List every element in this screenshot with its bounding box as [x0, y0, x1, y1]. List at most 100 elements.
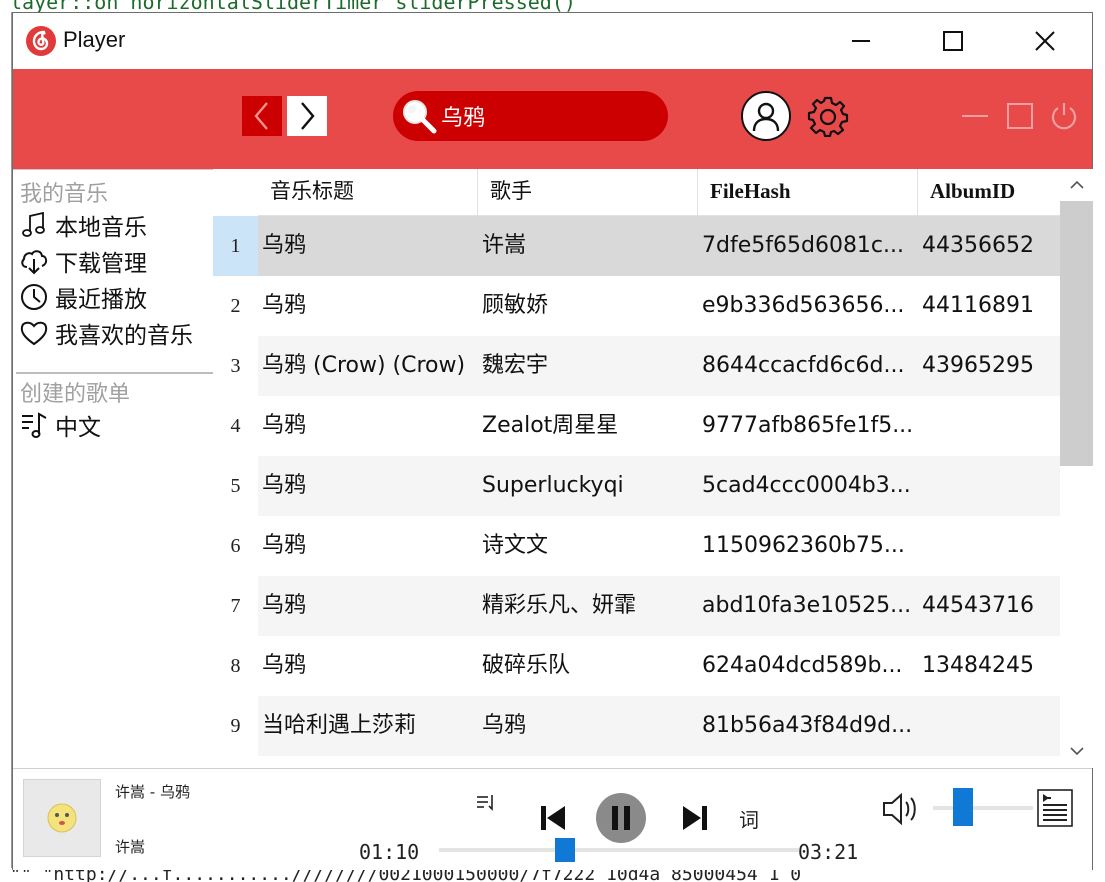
- sidebar-item-label: 我喜欢的音乐: [55, 323, 193, 349]
- header-minimize-button[interactable]: [958, 99, 992, 133]
- row-number[interactable]: 6: [213, 516, 258, 576]
- song-table: 音乐标题 歌手 FileHash AlbumID 1 乌鸦 许嵩 7dfe5f65d6…: [213, 169, 1093, 768]
- cloud-download-icon: [21, 250, 48, 275]
- cell-artist: 乌鸦: [482, 713, 527, 738]
- cell-artist: 精彩乐凡、妍霏: [482, 593, 637, 618]
- sidebar-item-favorites[interactable]: 我喜欢的音乐: [19, 316, 193, 350]
- table-row[interactable]: 8 乌鸦 破碎乐队 624a04dcd589b... 13484245: [213, 636, 1060, 696]
- playlist-icon: [22, 412, 47, 438]
- window-maximize-button[interactable]: [930, 21, 976, 61]
- header-maximize-button[interactable]: [1003, 99, 1037, 133]
- cell-artist: Superluckyqi: [482, 473, 624, 498]
- now-playing-title: 许嵩 - 乌鸦: [115, 783, 190, 801]
- table-row[interactable]: 5 乌鸦 Superluckyqi 5cad4ccc0004b3...: [213, 456, 1060, 516]
- table-row[interactable]: 3 乌鸦 (Crow) (Crow) 魏宏宇 8644ccacfd6c6d... 439…: [213, 336, 1060, 396]
- vertical-scrollbar[interactable]: [1060, 169, 1093, 768]
- cell-title: 乌鸦: [262, 653, 307, 678]
- progress-track[interactable]: [439, 848, 799, 852]
- maximize-icon: [1007, 103, 1033, 129]
- table-row[interactable]: 1 乌鸦 许嵩 7dfe5f65d6081c... 44356652: [213, 216, 1060, 276]
- sidebar-item-recent[interactable]: 最近播放: [19, 280, 147, 314]
- volume-track[interactable]: [933, 806, 1033, 810]
- row-number[interactable]: 2: [213, 276, 258, 336]
- next-track-icon[interactable]: [681, 804, 709, 832]
- row-number[interactable]: 9: [213, 696, 258, 756]
- window-minimize-button[interactable]: [838, 21, 884, 61]
- cell-artist: 诗文文: [482, 533, 549, 558]
- settings-button[interactable]: [806, 91, 850, 141]
- row-number[interactable]: 7: [213, 576, 258, 636]
- forward-button[interactable]: [287, 96, 327, 136]
- row-number[interactable]: 3: [213, 336, 258, 396]
- sidebar-item-downloads[interactable]: 下载管理: [19, 244, 147, 278]
- column-header-artist[interactable]: 歌手: [478, 169, 698, 216]
- progress-slider-handle[interactable]: [555, 838, 575, 862]
- cell-title: 乌鸦: [262, 413, 307, 438]
- current-time: 01:10: [359, 840, 420, 864]
- search-icon: [403, 100, 437, 134]
- cell-album: [918, 396, 1060, 456]
- previous-track-icon[interactable]: [539, 804, 567, 832]
- volume-icon[interactable]: [881, 791, 923, 827]
- play-mode-icon[interactable]: [475, 791, 497, 813]
- pause-icon: [612, 806, 630, 830]
- scroll-up-arrow-icon[interactable]: [1069, 177, 1085, 193]
- cell-hash: 9777afb865fe1f5...: [702, 413, 914, 438]
- minimize-icon: [962, 115, 988, 117]
- row-number[interactable]: 5: [213, 456, 258, 516]
- maximize-icon: [943, 31, 963, 51]
- cell-title: 当哈利遇上莎莉: [262, 713, 417, 738]
- table-row[interactable]: 2 乌鸦 顾敏娇 e9b336d563656... 44116891: [213, 276, 1060, 336]
- sidebar-item-label: 下载管理: [55, 251, 147, 277]
- heart-icon: [20, 321, 48, 346]
- cell-album: 44543716: [922, 593, 1034, 618]
- window-close-button[interactable]: [1022, 21, 1068, 61]
- column-header-title[interactable]: 音乐标题: [258, 169, 478, 216]
- sidebar-item-label: 最近播放: [55, 287, 147, 313]
- cell-artist: Zealot周星星: [482, 413, 619, 438]
- back-button[interactable]: [242, 96, 282, 136]
- column-header-filehash[interactable]: FileHash: [698, 169, 918, 216]
- cell-hash: 624a04dcd589b...: [702, 653, 903, 678]
- background-editor-right: [1093, 12, 1105, 870]
- row-number[interactable]: 4: [213, 396, 258, 456]
- table-row[interactable]: 9 当哈利遇上莎莉 乌鸦 81b56a43f84d9d...: [213, 696, 1060, 756]
- playlist-queue-icon[interactable]: [1037, 789, 1073, 827]
- emoji-face-icon: [47, 803, 77, 833]
- table-row[interactable]: 6 乌鸦 诗文文 1150962360b75...: [213, 516, 1060, 576]
- cell-title: 乌鸦: [262, 473, 307, 498]
- scroll-down-arrow-icon[interactable]: [1069, 743, 1085, 759]
- cell-title: 乌鸦: [262, 593, 307, 618]
- top-header: [13, 69, 1092, 169]
- lyrics-button[interactable]: 词: [739, 804, 759, 833]
- user-icon: [752, 102, 780, 132]
- album-cover[interactable]: [23, 779, 101, 857]
- column-header-albumid[interactable]: AlbumID: [918, 169, 1060, 216]
- search-input[interactable]: [441, 101, 651, 131]
- pause-button[interactable]: [596, 793, 646, 843]
- row-number[interactable]: 8: [213, 636, 258, 696]
- minimize-icon: [852, 40, 870, 42]
- user-button[interactable]: [741, 91, 791, 141]
- cell-title: 乌鸦: [262, 293, 307, 318]
- cell-album: 44356652: [922, 233, 1034, 258]
- sidebar-item-local-music[interactable]: 本地音乐: [19, 208, 147, 242]
- background-code-top: layer::on_horizontalSliderTimer_sliderPr…: [10, 0, 576, 12]
- cell-album: [918, 696, 1060, 756]
- volume-slider-handle[interactable]: [953, 788, 973, 826]
- cell-title: 乌鸦: [262, 233, 307, 258]
- sidebar-divider: [16, 372, 213, 374]
- chevron-right-icon: [301, 102, 315, 130]
- header-power-button[interactable]: [1047, 99, 1081, 133]
- table-row[interactable]: 7 乌鸦 精彩乐凡、妍霏 abd10fa3e10525... 44543716: [213, 576, 1060, 636]
- sidebar-item-label: 中文: [55, 415, 101, 441]
- row-number[interactable]: 1: [213, 216, 258, 276]
- sidebar: 我的音乐 本地音乐 下载管理 最近播放 我喜欢的音乐 创建的歌单 中文: [13, 169, 213, 768]
- scrollbar-thumb[interactable]: [1060, 201, 1093, 466]
- power-icon: [1051, 103, 1077, 130]
- cell-album: 43965295: [922, 353, 1034, 378]
- search-box: [393, 91, 668, 141]
- sidebar-item-playlist-chinese[interactable]: 中文: [19, 408, 101, 442]
- table-row[interactable]: 4 乌鸦 Zealot周星星 9777afb865fe1f5...: [213, 396, 1060, 456]
- cell-title: 乌鸦 (Crow) (Crow): [262, 353, 466, 378]
